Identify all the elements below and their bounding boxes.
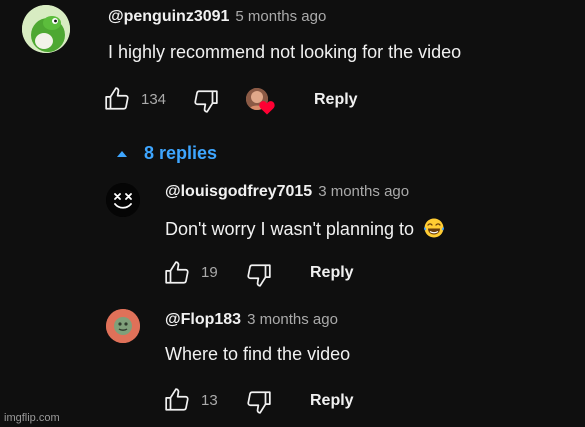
reply-header: @louisgodfrey7015 3 months ago <box>165 183 409 201</box>
reply-author[interactable]: @Flop183 <box>165 311 241 328</box>
reply-text: Don't worry I wasn't planning to <box>165 217 445 240</box>
reply-text: Where to find the video <box>165 344 351 364</box>
dislike-button[interactable] <box>246 262 272 288</box>
comment-time[interactable]: 5 months ago <box>235 8 326 25</box>
comment-header: @penguinz3091 5 months ago <box>108 8 326 26</box>
avatar[interactable] <box>22 5 70 53</box>
like-button[interactable] <box>104 86 130 112</box>
reply-time[interactable]: 3 months ago <box>247 311 338 328</box>
dislike-button[interactable] <box>246 389 272 415</box>
caret-up-icon <box>117 150 127 157</box>
tears-of-joy-icon <box>424 218 444 238</box>
replies-count: 8 replies <box>144 143 218 163</box>
like-button[interactable] <box>164 387 190 413</box>
dislike-button[interactable] <box>193 88 219 114</box>
creator-heart[interactable] <box>246 88 276 118</box>
like-count: 19 <box>201 264 218 281</box>
reply-time[interactable]: 3 months ago <box>318 183 409 200</box>
replies-toggle[interactable]: 8 replies <box>116 143 217 164</box>
reply-button[interactable]: Reply <box>310 264 354 282</box>
avatar[interactable] <box>106 309 140 343</box>
like-count: 13 <box>201 392 218 409</box>
thumbs-down-icon <box>247 391 271 414</box>
reply-author[interactable]: @louisgodfrey7015 <box>165 183 312 200</box>
reply-text-body: Don't worry I wasn't planning to <box>165 219 414 239</box>
like-button[interactable] <box>164 260 190 286</box>
reply-header: @Flop183 3 months ago <box>165 311 338 329</box>
thumbs-up-icon <box>165 388 189 411</box>
comment-text: I highly recommend not looking for the v… <box>108 42 462 62</box>
flop-avatar-icon <box>106 309 140 343</box>
heart-icon <box>259 101 275 115</box>
comment-author[interactable]: @penguinz3091 <box>108 8 229 25</box>
avatar[interactable] <box>106 183 140 217</box>
dead-smiley-avatar-icon <box>106 183 140 217</box>
watermark: imgflip.com <box>4 412 60 424</box>
thumbs-down-icon <box>194 90 218 113</box>
thumbs-down-icon <box>247 264 271 287</box>
like-count: 134 <box>141 91 167 108</box>
reply-button[interactable]: Reply <box>310 392 354 410</box>
laughing-emoji-icon <box>423 217 445 239</box>
yoshi-avatar-icon <box>22 5 70 53</box>
thumbs-up-icon <box>105 87 129 110</box>
reply-button[interactable]: Reply <box>314 91 358 109</box>
thumbs-up-icon <box>165 261 189 284</box>
